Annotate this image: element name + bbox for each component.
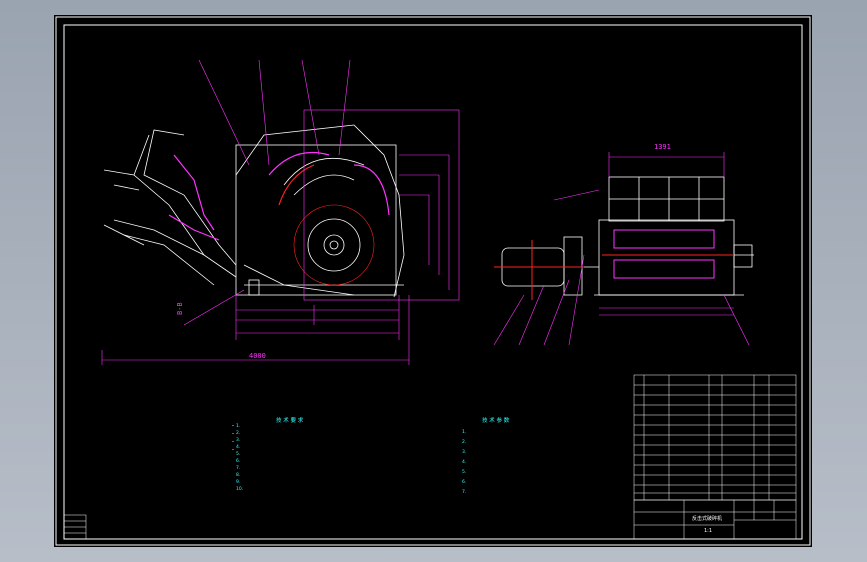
notes-left-line-1: 1. <box>236 424 241 429</box>
notes-left-line-2: 2. <box>236 431 241 436</box>
notes-left-line-6: 6. <box>236 459 241 464</box>
side-view-dimensions <box>101 59 460 365</box>
notes-left-line-3: 3. <box>236 438 241 443</box>
stamp-grid <box>63 514 87 540</box>
notes-right-line-4: 4. <box>462 460 467 465</box>
side-view <box>103 124 405 298</box>
notes-right-title: 技 术 参 数 <box>482 418 510 424</box>
title-block-scale: 1:1 <box>704 528 713 534</box>
notes-right-line-3: 3. <box>462 450 467 455</box>
drawing-sheet[interactable]: 1391 4000 B-B 技 术 要 求 1. 2. 3. 4. 5. 6. … <box>54 15 812 547</box>
title-block-name: 反击式破碎机 <box>692 516 723 522</box>
dim-total-length: 4000 <box>249 352 266 360</box>
notes-left-line-5: 5. <box>236 452 241 457</box>
section-label: B-B <box>176 302 184 315</box>
notes-right-line-1: 1. <box>462 430 467 435</box>
notes-left-line-7: 7. <box>236 466 241 471</box>
dim-width-top: 1391 <box>654 143 671 151</box>
crusher-housing <box>235 144 397 296</box>
notes-left-line-10: 10. <box>236 487 244 492</box>
notes-markers <box>232 425 234 450</box>
notes-left-title: 技 术 要 求 <box>276 418 304 424</box>
cad-viewport[interactable]: 1391 4000 B-B 技 术 要 求 1. 2. 3. 4. 5. 6. … <box>0 0 867 562</box>
notes-right-line-7: 7. <box>462 490 467 495</box>
front-view-rotor <box>494 229 734 300</box>
drawing-canvas <box>55 16 811 546</box>
inner-border <box>63 24 803 540</box>
side-view-liners <box>168 151 390 286</box>
notes-left-line-4: 4. <box>236 445 241 450</box>
notes-right-line-2: 2. <box>462 440 467 445</box>
notes-right-line-5: 5. <box>462 470 467 475</box>
outer-border <box>55 16 811 546</box>
notes-right-line-6: 6. <box>462 480 467 485</box>
front-view <box>501 176 754 296</box>
notes-left-line-9: 9. <box>236 480 241 485</box>
parts-list <box>633 374 797 501</box>
notes-left-line-8: 8. <box>236 473 241 478</box>
